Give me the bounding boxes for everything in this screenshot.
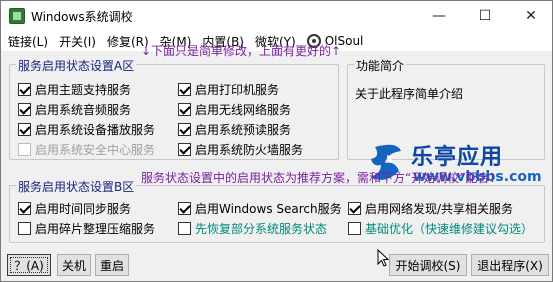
- checkbox-security-center-service: 启用系统安全中心服务: [18, 141, 155, 158]
- maximize-button[interactable]: ☐: [462, 1, 508, 31]
- app-icon: [9, 8, 25, 24]
- checkbox-time-sync-service[interactable]: 启用时间同步服务: [18, 200, 131, 217]
- group-b-title: 服务启用状态设置B区: [16, 178, 137, 195]
- checkbox-firewall-service[interactable]: 启用系统防火墙服务: [178, 141, 303, 158]
- checkbox-box[interactable]: [18, 222, 31, 235]
- checkbox-printer-service[interactable]: 启用打印机服务: [178, 81, 279, 98]
- checkbox-box[interactable]: [178, 143, 191, 156]
- checkbox-box[interactable]: [178, 83, 191, 96]
- mouse-cursor-icon: [377, 249, 389, 267]
- menu-links[interactable]: 链接(L): [4, 33, 52, 50]
- checkbox-basic-optimize[interactable]: 基础优化（快速维修建议勾选）: [348, 220, 533, 237]
- minimize-icon: —: [432, 8, 446, 24]
- exit-button[interactable]: 退出程序(X): [471, 254, 549, 276]
- checkbox-box[interactable]: [18, 103, 31, 116]
- checkbox-box[interactable]: [178, 202, 191, 215]
- restart-button[interactable]: 重启: [95, 254, 129, 276]
- minimize-button[interactable]: —: [416, 1, 462, 31]
- checkbox-box[interactable]: [18, 202, 31, 215]
- maximize-icon: ☐: [478, 8, 492, 24]
- start-tune-button[interactable]: 开始调校(S): [389, 254, 467, 276]
- checkbox-device-play-service[interactable]: 启用系统设备播放服务: [18, 121, 155, 138]
- checkbox-wireless-service[interactable]: 启用无线网络服务: [178, 101, 291, 118]
- checkbox-box: [18, 143, 31, 156]
- checkbox-box[interactable]: [178, 123, 191, 136]
- hint-middle: 服务状态设置中的启用状态为推荐方案，需和下方“开始调校”配合！: [141, 171, 502, 185]
- checkbox-windows-search-service[interactable]: 启用Windows Search服务: [178, 200, 342, 217]
- checkbox-box[interactable]: [178, 103, 191, 116]
- checkbox-box[interactable]: [348, 202, 361, 215]
- checkbox-box[interactable]: [18, 123, 31, 136]
- window-title: Windows系统调校: [31, 9, 133, 24]
- shutdown-button[interactable]: 关机: [57, 254, 91, 276]
- hint-top: ↓下面只是简单修改，上面有更好的↑: [141, 44, 342, 58]
- checkbox-restore-services[interactable]: 先恢复部分系统服务状态: [178, 220, 327, 237]
- service-group-b: 服务启用状态设置B区 启用时间同步服务 启用碎片整理压缩服务 启用Windows…: [9, 178, 545, 243]
- title-bar[interactable]: Windows系统调校 — ☐ ✕: [1, 1, 552, 31]
- checkbox-defrag-service[interactable]: 启用碎片整理压缩服务: [18, 220, 155, 237]
- checkbox-box[interactable]: [18, 83, 31, 96]
- window-controls: — ☐ ✕: [416, 1, 552, 31]
- checkbox-theme-service[interactable]: 启用主题支持服务: [18, 81, 131, 98]
- logo-name: 乐亭应用: [411, 145, 504, 170]
- checkbox-audio-service[interactable]: 启用系统音频服务: [18, 101, 131, 118]
- checkbox-network-discovery-service[interactable]: 启用网络发现/共享相关服务: [348, 200, 513, 217]
- service-group-a: 服务启用状态设置A区 启用主题支持服务 启用系统音频服务 启用系统设备播放服务 …: [9, 57, 339, 160]
- help-button[interactable]: ？(A): [7, 254, 51, 276]
- group-a-title: 服务启用状态设置A区: [16, 57, 137, 74]
- feature-title: 功能简介: [354, 57, 407, 74]
- checkbox-box[interactable]: [178, 222, 191, 235]
- close-icon: ✕: [525, 8, 537, 24]
- checkbox-box[interactable]: [348, 222, 361, 235]
- menu-switch[interactable]: 开关(I): [55, 33, 100, 50]
- checkbox-prefetch-service[interactable]: 启用系统预读服务: [178, 121, 291, 138]
- close-button[interactable]: ✕: [508, 1, 552, 31]
- feature-description: 关于此程序简单介绍: [355, 87, 464, 101]
- app-window: Windows系统调校 — ☐ ✕ 链接(L) 开关(I) 修复(R) 杂(M)…: [0, 0, 553, 282]
